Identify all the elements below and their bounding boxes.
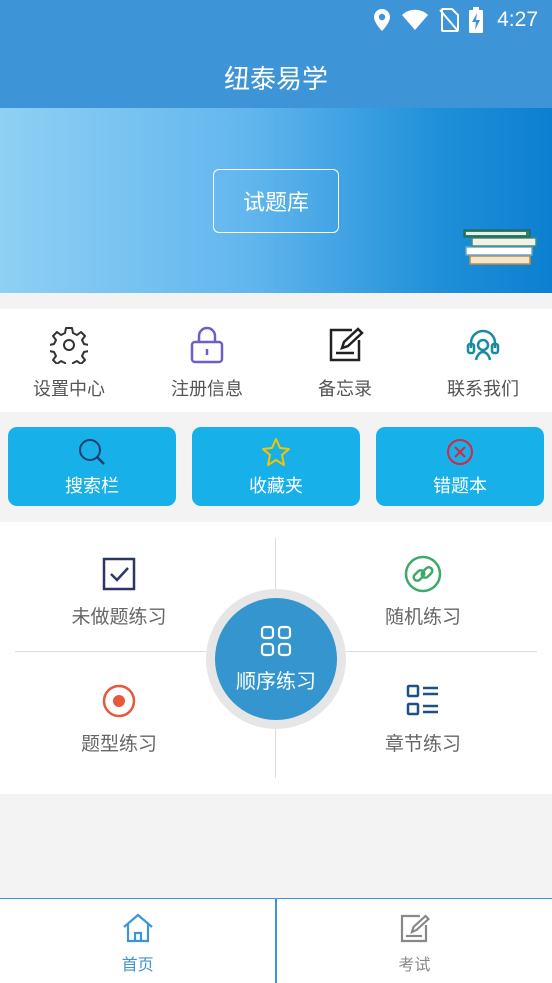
memo-label: 备忘录 [318, 379, 372, 400]
home-icon [121, 913, 155, 947]
app-title: 纽泰易学 [223, 65, 328, 95]
chapter-practice-item[interactable]: 章节练习 [323, 681, 523, 756]
no-sim-icon [439, 8, 460, 32]
random-practice-label: 随机练习 [384, 606, 461, 628]
sequential-practice-button[interactable]: 顺序练习 [215, 598, 337, 720]
favorites-button[interactable]: 收藏夹 [192, 427, 360, 506]
wrong-questions-label: 错题本 [433, 475, 487, 497]
link-icon [403, 554, 443, 594]
settings-center-label: 设置中心 [33, 379, 105, 400]
wifi-icon [401, 9, 429, 31]
battery-charging-icon [469, 7, 484, 33]
status-bar: 4:27 [373, 0, 552, 40]
nav-home-label: 首页 [121, 955, 154, 974]
wrong-questions-button[interactable]: 错题本 [376, 427, 544, 506]
settings-center-item[interactable]: 设置中心 [0, 309, 138, 412]
gear-icon [49, 325, 89, 365]
nav-exam[interactable]: 考试 [277, 899, 552, 983]
random-practice-item[interactable]: 随机练习 [323, 554, 523, 629]
star-icon [261, 436, 291, 468]
headset-icon [463, 325, 503, 365]
tool-buttons: 搜索栏 收藏夹 错题本 [0, 412, 552, 522]
exam-icon [398, 913, 431, 947]
status-time: 4:27 [497, 8, 538, 31]
search-button[interactable]: 搜索栏 [8, 427, 176, 506]
lock-icon [187, 325, 227, 365]
nav-exam-label: 考试 [398, 955, 431, 974]
favorites-label: 收藏夹 [249, 475, 303, 497]
record-icon [99, 681, 139, 721]
question-bank-button[interactable]: 试题库 [213, 169, 339, 233]
close-circle-icon [445, 436, 475, 468]
search-icon [77, 436, 107, 468]
quick-menu: 设置中心 注册信息 备忘录 联系我们 [0, 309, 552, 412]
type-practice-label: 题型练习 [80, 733, 157, 755]
list-icon [403, 681, 443, 721]
memo-edit-icon [325, 325, 365, 365]
contact-us-label: 联系我们 [447, 379, 519, 400]
type-practice-item[interactable]: 题型练习 [19, 681, 219, 756]
search-label: 搜索栏 [65, 475, 119, 497]
books-icon [462, 226, 542, 268]
location-icon [373, 8, 391, 32]
sequential-practice-label: 顺序练习 [236, 668, 316, 693]
contact-us-item[interactable]: 联系我们 [414, 309, 552, 412]
memo-item[interactable]: 备忘录 [276, 309, 414, 412]
undone-practice-label: 未做题练习 [71, 606, 167, 628]
chapter-practice-label: 章节练习 [384, 733, 461, 755]
registration-info-item[interactable]: 注册信息 [138, 309, 276, 412]
checkbox-icon [99, 554, 139, 594]
registration-info-label: 注册信息 [171, 379, 243, 400]
nav-home[interactable]: 首页 [0, 899, 275, 983]
grid-icon [260, 625, 292, 661]
undone-practice-item[interactable]: 未做题练习 [19, 554, 219, 629]
bottom-nav: 首页 考试 [0, 898, 552, 983]
